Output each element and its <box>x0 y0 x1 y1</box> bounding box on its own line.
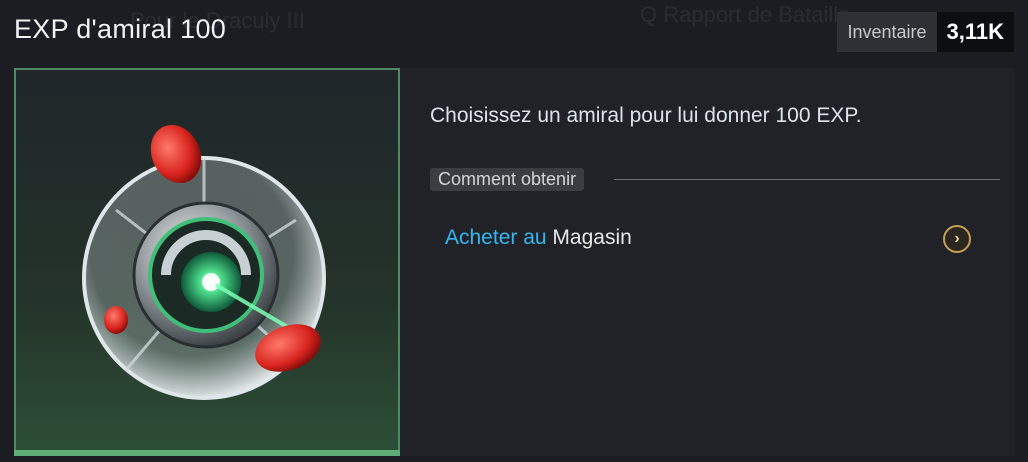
how-to-obtain-header: Comment obtenir <box>430 168 1000 191</box>
chevron-right-icon: › <box>954 230 960 247</box>
divider <box>614 179 1000 180</box>
item-title: EXP d'amiral 100 <box>14 14 227 44</box>
how-to-obtain-label: Comment obtenir <box>430 168 585 191</box>
header: EXP d'amiral 100 Inventaire 3,11K <box>0 0 1028 64</box>
item-description: Choisissez un amiral pour lui donner 100… <box>430 104 862 127</box>
source-prefix: Acheter au <box>445 226 547 249</box>
admiral-exp-orb-icon <box>82 124 326 400</box>
item-image-frame <box>14 68 400 454</box>
image-accent-bar <box>14 450 402 456</box>
inventory-box: Inventaire 3,11K <box>837 12 1014 52</box>
item-detail-panel: Pour le Draculy III Q Rapport de Bataill… <box>0 0 1028 462</box>
go-to-store-button[interactable]: › <box>943 225 971 253</box>
info-panel: Choisissez un amiral pour lui donner 100… <box>400 68 1014 456</box>
inventory-label: Inventaire <box>837 12 937 52</box>
source-name: Magasin <box>552 226 632 249</box>
obtain-source-store[interactable]: Acheter au Magasin <box>445 226 632 250</box>
inventory-count: 3,11K <box>936 12 1014 52</box>
